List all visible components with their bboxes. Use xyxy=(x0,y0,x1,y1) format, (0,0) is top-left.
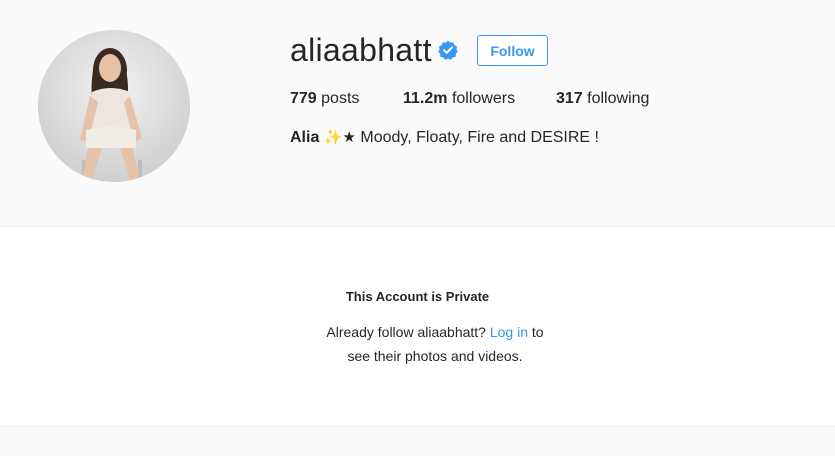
followers-count-label: followers xyxy=(451,90,516,107)
follow-button[interactable]: Follow xyxy=(477,35,548,66)
sparkles-emoji: ✨ xyxy=(323,129,343,146)
star-glyph: ★ xyxy=(342,129,356,146)
following-count[interactable]: 317 following xyxy=(556,89,649,109)
bio-text: Moody, Floaty, Fire and DESIRE ! xyxy=(360,129,599,146)
following-count-value: 317 xyxy=(556,90,583,107)
following-count-label: following xyxy=(587,90,650,107)
login-link[interactable]: Log in xyxy=(490,324,528,340)
followers-count-value: 11.2m xyxy=(403,90,448,107)
profile-bio: Alia ✨★ Moody, Floaty, Fire and DESIRE ! xyxy=(290,128,599,148)
private-notice-title: This Account is Private xyxy=(345,289,490,304)
private-notice-suffix: to xyxy=(531,324,544,340)
private-notice-line2: see their photos and videos. xyxy=(347,348,523,364)
private-notice-prefix: Already follow aliaabhatt? xyxy=(326,324,486,340)
verified-badge-icon xyxy=(438,40,458,60)
profile-header: aliaabhatt Follow 779 posts 11.2m follow… xyxy=(0,0,835,227)
profile-username: aliaabhatt xyxy=(290,32,432,68)
private-account-notice: This Account is Private Already follow a… xyxy=(0,227,835,427)
posts-count-label: posts xyxy=(321,90,360,107)
followers-count[interactable]: 11.2m followers xyxy=(403,89,515,109)
private-notice-line1: Already follow aliaabhatt? Log in to xyxy=(0,324,835,340)
posts-count[interactable]: 779 posts xyxy=(290,89,359,109)
posts-count-value: 779 xyxy=(290,90,317,107)
bio-name: Alia xyxy=(290,129,320,146)
avatar[interactable] xyxy=(38,30,190,182)
